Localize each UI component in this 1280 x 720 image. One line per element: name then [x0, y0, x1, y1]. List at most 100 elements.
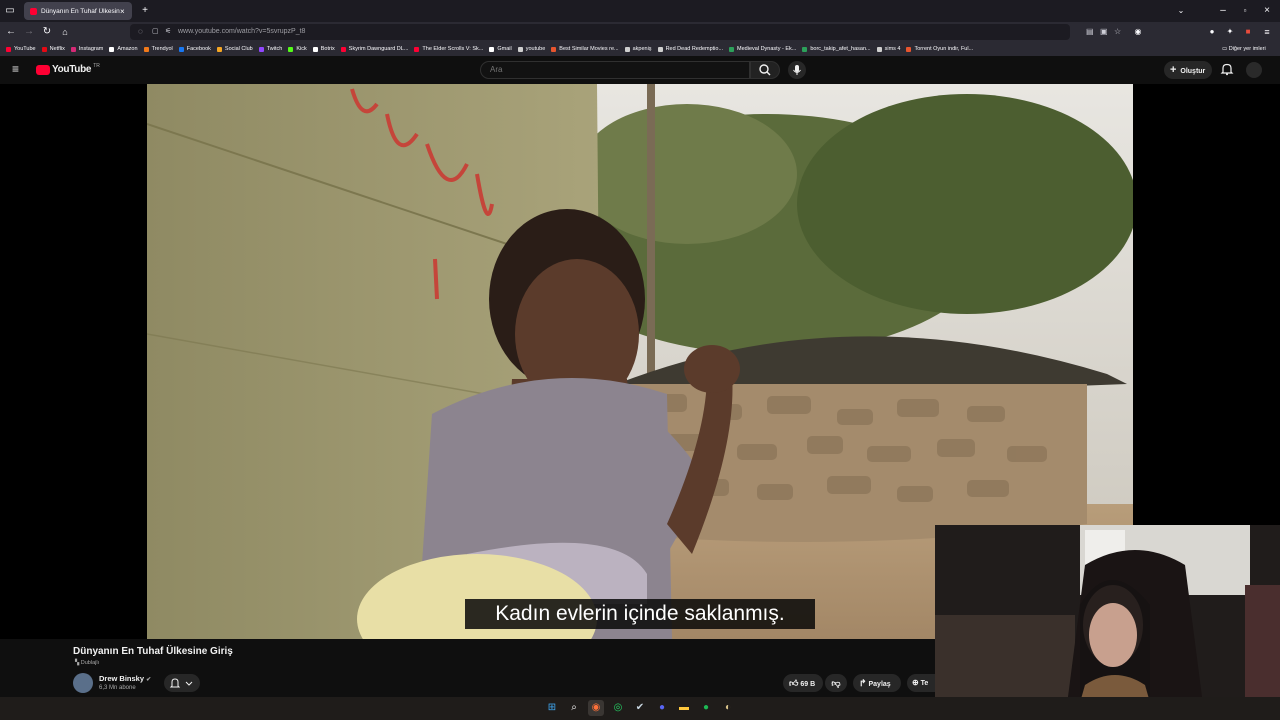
- reload-icon[interactable]: ↻: [40, 22, 54, 42]
- bookmark-item[interactable]: borc_takip_afet_hasan...: [802, 46, 871, 52]
- bookmark-favicon-icon: [551, 46, 557, 52]
- screenshot-icon[interactable]: ◉: [1132, 22, 1144, 42]
- bookmark-favicon-icon: [624, 46, 630, 52]
- share-button[interactable]: ↱ Paylaş: [853, 674, 901, 692]
- folder-icon: ▭: [1222, 46, 1229, 52]
- reader-view-icon[interactable]: ▤: [1086, 24, 1094, 40]
- voice-search-button[interactable]: [788, 61, 806, 79]
- search-input[interactable]: [480, 61, 750, 79]
- bookmark-favicon-icon: [109, 46, 115, 52]
- webcam-streamer-image: [935, 525, 1280, 720]
- steam-icon[interactable]: ✔: [632, 700, 648, 716]
- minimize-icon[interactable]: –: [1216, 0, 1230, 22]
- dubbed-badge: ▚ Dublajlı: [75, 660, 100, 666]
- bookmark-favicon-icon: [70, 46, 76, 52]
- bookmark-favicon-icon: [6, 46, 11, 52]
- maximize-icon[interactable]: ▫: [1238, 0, 1252, 22]
- bookmark-item[interactable]: Skyrim Dawnguard DL...: [340, 46, 408, 52]
- bookmark-favicon-icon: [657, 46, 663, 52]
- bookmark-item[interactable]: Instagram: [70, 46, 103, 52]
- app-menu-icon[interactable]: ≡: [1260, 22, 1274, 42]
- account-avatar[interactable]: [1246, 62, 1262, 78]
- tab-overflow-chevron-icon[interactable]: ⌄: [1174, 0, 1188, 22]
- url-text: www.youtube.com/watch?v=5svrupzP_t8: [178, 28, 306, 35]
- bookmark-item[interactable]: Botrix: [312, 46, 335, 52]
- bookmark-item[interactable]: YouTube: [6, 46, 36, 52]
- bookmark-item[interactable]: Amazon: [109, 46, 138, 52]
- bookmark-item[interactable]: Facebook: [178, 46, 211, 52]
- bookmark-item[interactable]: Netflix: [41, 46, 65, 52]
- file-explorer-icon[interactable]: ▬: [676, 700, 692, 716]
- youtube-logo[interactable]: YouTube TR: [36, 63, 100, 75]
- browser-tab-bar: [0, 0, 1280, 22]
- bookmark-item[interactable]: Red Dead Redemptio...: [657, 46, 723, 52]
- app-icon[interactable]: ◐: [720, 700, 736, 716]
- bookmark-favicon-icon: [729, 46, 735, 52]
- youtube-favicon-icon: [30, 7, 37, 15]
- spotify-icon[interactable]: ●: [698, 700, 714, 716]
- bookmark-favicon-icon: [876, 46, 882, 52]
- bookmark-favicon-icon: [517, 46, 523, 52]
- notifications-bell-icon[interactable]: [1220, 62, 1234, 79]
- address-bar[interactable]: ◌ ▢ ⚟ www.youtube.com/watch?v=5svrupzP_t…: [130, 24, 1121, 40]
- window-close-icon[interactable]: ×: [1260, 0, 1274, 22]
- bookmark-item[interactable]: Twitch: [258, 46, 282, 52]
- windows-start-icon[interactable]: ⊞: [544, 700, 560, 716]
- other-bookmarks[interactable]: ▭ Diğer yer imleri: [1222, 42, 1266, 56]
- bookmark-item[interactable]: Medieval Dynasty - Ek...: [729, 46, 796, 52]
- downloads-icon[interactable]: ●: [1206, 22, 1218, 42]
- bookmark-item[interactable]: Trendyol: [143, 46, 173, 52]
- bookmark-item[interactable]: Gmail: [489, 46, 512, 52]
- subscription-bell-button[interactable]: [164, 674, 200, 692]
- bookmark-favicon-icon: [41, 46, 47, 52]
- lock-icon[interactable]: ▢: [152, 24, 159, 40]
- taskbar-search-icon[interactable]: ⌕: [566, 700, 582, 716]
- picture-in-picture-icon[interactable]: ▣: [1100, 24, 1108, 40]
- create-button[interactable]: + Oluştur: [1164, 61, 1212, 79]
- bookmark-item[interactable]: Social Club: [216, 46, 253, 52]
- bookmarks-toolbar: YouTube Netflix Instagram Amazon Trendyol Fac…: [0, 42, 1280, 56]
- subscriber-count: 6,3 Mn abone: [99, 685, 136, 691]
- verified-check-icon: ✔: [146, 677, 152, 683]
- bookmark-item[interactable]: sims 4: [876, 46, 900, 52]
- bookmark-favicon-icon: [288, 46, 294, 52]
- bookmark-favicon-icon: [340, 46, 346, 52]
- close-tab-icon[interactable]: ×: [120, 7, 128, 16]
- hamburger-menu-icon[interactable]: ≡: [12, 62, 24, 76]
- bookmark-star-icon[interactable]: ☆: [1114, 24, 1121, 40]
- search-button[interactable]: [750, 61, 780, 79]
- extension-badge-icon[interactable]: ■: [1242, 22, 1254, 42]
- channel-avatar[interactable]: [73, 673, 93, 693]
- dislike-button[interactable]: 👎︎: [825, 674, 847, 692]
- permissions-icon[interactable]: ⚟: [165, 24, 171, 40]
- bookmark-item[interactable]: Best Similar Movies re...: [551, 46, 619, 52]
- discord-icon[interactable]: ●: [654, 700, 670, 716]
- home-icon[interactable]: ⌂: [58, 22, 72, 42]
- firefox-icon[interactable]: ◉: [588, 700, 604, 716]
- tab-title: Dünyanın En Tuhaf Ülkesine Giriş: [41, 7, 120, 15]
- bookmark-item[interactable]: The Elder Scrolls V: Sk...: [414, 46, 483, 52]
- tab-list-icon[interactable]: ▭: [3, 0, 17, 22]
- forward-icon[interactable]: →: [22, 22, 36, 42]
- like-button[interactable]: 👍︎ 69 B: [783, 674, 823, 692]
- extensions-icon[interactable]: ✦: [1224, 22, 1236, 42]
- tracking-shield-icon[interactable]: ◌: [138, 24, 143, 40]
- bookmark-item[interactable]: akpeniş: [624, 46, 652, 52]
- back-icon[interactable]: ←: [4, 22, 18, 42]
- bookmark-item[interactable]: youtube: [517, 46, 545, 52]
- bookmark-favicon-icon: [489, 46, 495, 52]
- bookmark-item[interactable]: Torrent Oyun indir, Ful...: [906, 46, 973, 52]
- search-icon: [759, 64, 771, 76]
- new-tab-icon[interactable]: +: [138, 0, 152, 22]
- video-title: Dünyanın En Tuhaf Ülkesine Giriş: [73, 646, 233, 657]
- bookmark-favicon-icon: [178, 46, 184, 52]
- bell-chevron-icon: [169, 678, 193, 688]
- bookmark-item[interactable]: Kick: [288, 46, 307, 52]
- whatsapp-icon[interactable]: ◎: [610, 700, 626, 716]
- browser-tab-active[interactable]: Dünyanın En Tuhaf Ülkesine Giriş ×: [24, 2, 132, 20]
- video-subtitle: Kadın evlerin içinde saklanmış.: [465, 599, 815, 629]
- bookmark-favicon-icon: [216, 46, 222, 52]
- thumbs-down-icon: 👎︎: [831, 678, 841, 688]
- bookmark-favicon-icon: [802, 46, 808, 52]
- channel-name[interactable]: Drew Binsky ✔: [99, 674, 151, 683]
